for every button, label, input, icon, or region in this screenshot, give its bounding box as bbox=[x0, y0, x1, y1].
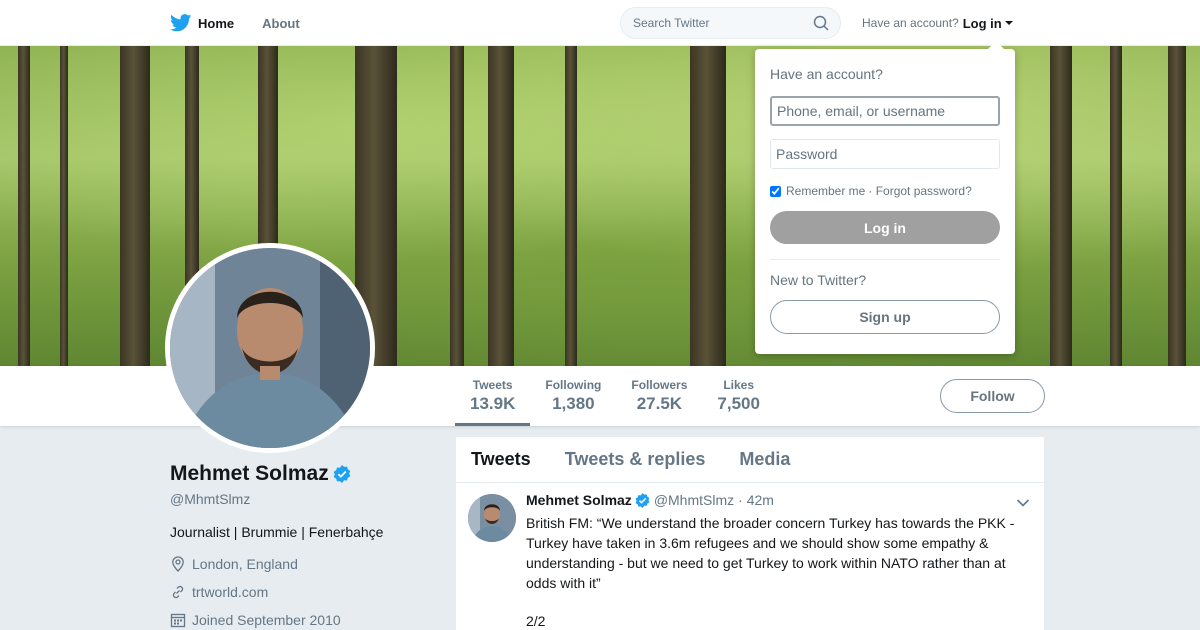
profile-location: London, England bbox=[170, 555, 440, 572]
profile-handle[interactable]: @MhmtSlmz bbox=[170, 491, 440, 507]
profile-website: trtworld.com bbox=[170, 583, 440, 600]
calendar-icon bbox=[170, 612, 186, 628]
timeline: Tweets Tweets & replies Media Mehmet Sol… bbox=[456, 437, 1044, 630]
banner-tree bbox=[60, 46, 68, 366]
stat-likes[interactable]: Likes 7,500 bbox=[702, 366, 775, 426]
stat-following[interactable]: Following 1,380 bbox=[530, 366, 616, 426]
banner-tree bbox=[120, 46, 150, 366]
search-box bbox=[620, 7, 841, 39]
login-dropdown: Have an account? Remember me · Forgot pa… bbox=[755, 41, 1015, 354]
profile-card: Mehmet Solmaz @MhmtSlmz Journalist | Bru… bbox=[170, 462, 440, 628]
profile-avatar[interactable] bbox=[165, 243, 375, 453]
nav-home-label: Home bbox=[198, 15, 235, 31]
banner-tree bbox=[1110, 46, 1122, 366]
nav-about-link[interactable]: About bbox=[262, 0, 300, 46]
stat-value: 7,500 bbox=[717, 394, 760, 413]
tweet[interactable]: Mehmet Solmaz @MhmtSlmz · 42m British FM… bbox=[456, 483, 1044, 629]
banner-tree bbox=[488, 46, 514, 366]
stat-value: 1,380 bbox=[552, 394, 595, 413]
stat-label: Followers bbox=[631, 378, 688, 392]
profile-bio: Journalist | Brummie | Fenerbahçe bbox=[170, 524, 384, 540]
follow-button[interactable]: Follow bbox=[940, 379, 1045, 413]
tab-tweets[interactable]: Tweets bbox=[471, 449, 531, 470]
have-account-text: Have an account? bbox=[862, 16, 959, 30]
banner-tree bbox=[690, 46, 726, 366]
tweet-author-name[interactable]: Mehmet Solmaz bbox=[526, 492, 632, 508]
stat-tweets[interactable]: Tweets 13.9K bbox=[455, 366, 531, 426]
search-input[interactable] bbox=[633, 16, 812, 30]
location-text: London, England bbox=[192, 555, 298, 572]
remember-me-label[interactable]: Remember me bbox=[786, 184, 865, 198]
tweet-text: British FM: “We understand the broader c… bbox=[526, 515, 1015, 591]
verified-badge-icon bbox=[635, 492, 650, 508]
tweet-avatar[interactable] bbox=[468, 494, 516, 542]
login-link-label: Log in bbox=[962, 15, 1002, 31]
stat-label: Tweets bbox=[472, 378, 513, 392]
tweet-author-handle[interactable]: @MhmtSlmz bbox=[654, 492, 734, 508]
top-navigation-bar: Home About Have an account? Log in bbox=[0, 0, 1200, 46]
chevron-down-icon[interactable] bbox=[1016, 495, 1030, 513]
nav-about-label: About bbox=[262, 15, 300, 31]
tweet-header: Mehmet Solmaz @MhmtSlmz · 42m bbox=[526, 491, 1029, 509]
verified-badge-icon bbox=[333, 465, 350, 483]
remember-me-checkbox[interactable] bbox=[770, 185, 781, 197]
joined-text: Joined September 2010 bbox=[192, 611, 341, 628]
nav-home-link[interactable]: Home bbox=[170, 0, 234, 46]
profile-name[interactable]: Mehmet Solmaz bbox=[170, 462, 329, 486]
dropdown-divider bbox=[770, 259, 1000, 260]
profile-name-row: Mehmet Solmaz bbox=[170, 462, 440, 486]
banner-tree bbox=[18, 46, 30, 366]
password-input[interactable] bbox=[770, 139, 1000, 169]
login-dropdown-title: Have an account? bbox=[770, 66, 883, 82]
stat-value: 13.9K bbox=[470, 394, 516, 413]
avatar-photo bbox=[170, 248, 370, 448]
forgot-password-link[interactable]: · Forgot password? bbox=[868, 184, 971, 198]
username-input[interactable] bbox=[770, 96, 1000, 126]
stat-value: 27.5K bbox=[636, 394, 683, 413]
new-to-twitter-text: New to Twitter? bbox=[770, 272, 867, 288]
tab-media[interactable]: Media bbox=[739, 449, 790, 470]
banner-tree bbox=[1168, 46, 1186, 366]
banner-tree bbox=[565, 46, 577, 366]
signup-button[interactable]: Sign up bbox=[770, 300, 1000, 334]
location-icon bbox=[170, 555, 186, 572]
banner-tree bbox=[1050, 46, 1072, 366]
stat-label: Likes bbox=[723, 378, 754, 392]
website-link[interactable]: trtworld.com bbox=[192, 584, 268, 600]
tab-tweets-replies[interactable]: Tweets & replies bbox=[565, 449, 706, 470]
stat-followers[interactable]: Followers 27.5K bbox=[616, 366, 702, 426]
tweet-thread-count: 2/2 bbox=[526, 613, 546, 629]
twitter-bird-icon bbox=[170, 14, 192, 32]
remember-row: Remember me · Forgot password? bbox=[770, 184, 1000, 198]
stat-label: Following bbox=[545, 378, 602, 392]
login-button[interactable]: Log in bbox=[770, 211, 1000, 244]
banner-tree bbox=[450, 46, 464, 366]
nav-left: Home About bbox=[170, 0, 328, 46]
link-icon bbox=[170, 584, 186, 600]
search-icon[interactable] bbox=[812, 14, 830, 32]
caret-down-icon bbox=[1004, 21, 1013, 25]
account-prompt: Have an account? Log in bbox=[862, 0, 1013, 46]
profile-stats: Tweets 13.9K Following 1,380 Followers 2… bbox=[455, 366, 775, 426]
timeline-tabs: Tweets Tweets & replies Media bbox=[456, 437, 1044, 483]
tweet-timestamp[interactable]: · 42m bbox=[738, 492, 774, 508]
login-dropdown-toggle[interactable]: Log in bbox=[963, 16, 1013, 31]
profile-joined: Joined September 2010 bbox=[170, 611, 440, 628]
